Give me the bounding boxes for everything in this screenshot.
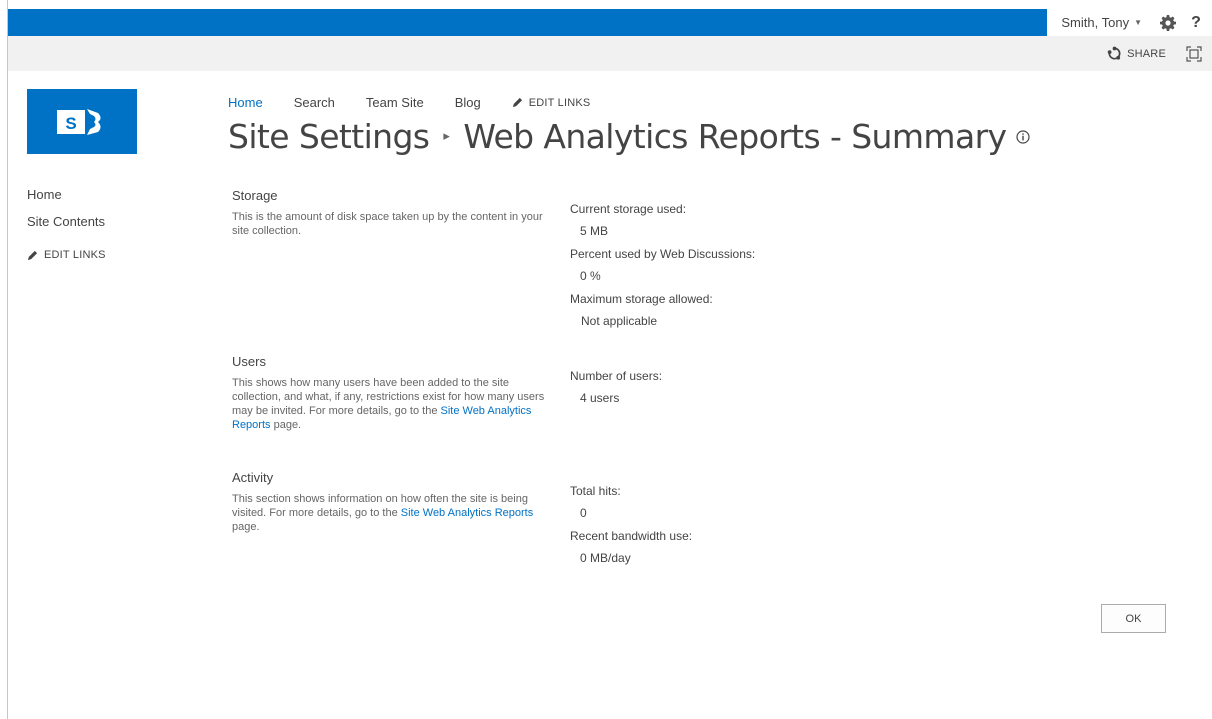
share-icon — [1107, 46, 1121, 60]
suite-bar-user-area: Smith, Tony ▼ ? — [1047, 9, 1212, 36]
page-title: Site Settings ▸ Web Analytics Reports - … — [228, 117, 1031, 156]
top-nav-blog[interactable]: Blog — [455, 95, 481, 110]
suite-bar: Smith, Tony ▼ ? — [8, 9, 1212, 36]
stat-value: 0 MB/day — [580, 551, 631, 565]
users-description: This shows how many users have been adde… — [232, 376, 552, 432]
left-nav-home[interactable]: Home — [27, 187, 106, 203]
users-heading: Users — [232, 354, 266, 369]
stat-value: Not applicable — [581, 314, 658, 328]
activity-section: Activity This section shows information … — [232, 470, 552, 534]
share-label: SHARE — [1127, 47, 1166, 60]
stat-value: 0 % — [580, 269, 601, 283]
quick-launch: Home Site Contents EDIT LINKS — [27, 187, 106, 261]
user-name: Smith, Tony — [1061, 15, 1130, 30]
page-title-current: Web Analytics Reports - Summary — [463, 117, 1007, 156]
left-nav-edit-links[interactable]: EDIT LINKS — [27, 249, 106, 261]
info-icon[interactable] — [1016, 129, 1031, 144]
storage-section: Storage This is the amount of disk space… — [232, 188, 552, 238]
activity-description: This section shows information on how of… — [232, 492, 552, 534]
stat-label: Percent used by Web Discussions: — [570, 247, 756, 261]
edit-links-label: EDIT LINKS — [44, 249, 106, 261]
chevron-down-icon: ▼ — [1134, 18, 1142, 27]
storage-heading: Storage — [232, 188, 278, 203]
pencil-icon — [27, 250, 38, 260]
activity-stats: Total hits: 0 Recent bandwidth use: 0 MB… — [570, 484, 692, 574]
site-web-analytics-reports-link[interactable]: Site Web Analytics Reports — [401, 507, 533, 519]
ribbon-actions: SHARE — [1107, 36, 1202, 71]
users-stats: Number of users: 4 users — [570, 369, 662, 414]
users-description-suffix: page. — [270, 419, 302, 431]
top-nav-search[interactable]: Search — [294, 95, 335, 110]
activity-description-suffix: page. — [232, 521, 260, 533]
gear-icon[interactable] — [1154, 9, 1182, 36]
ok-button[interactable]: OK — [1101, 604, 1166, 633]
site-logo[interactable]: S — [27, 89, 137, 154]
breadcrumb-parent[interactable]: Site Settings — [228, 117, 430, 156]
user-menu[interactable]: Smith, Tony ▼ — [1047, 9, 1154, 36]
top-navigation: Home Search Team Site Blog EDIT LINKS — [228, 95, 590, 110]
top-nav-edit-links[interactable]: EDIT LINKS — [512, 97, 591, 109]
stat-value: 5 MB — [580, 224, 609, 238]
activity-heading: Activity — [232, 470, 274, 485]
help-label: ? — [1191, 13, 1201, 31]
edit-links-label: EDIT LINKS — [528, 96, 591, 109]
stat-value: 4 users — [580, 391, 620, 405]
breadcrumb-separator-icon: ▸ — [443, 129, 450, 144]
storage-stats: Current storage used: 5 MB Percent used … — [570, 202, 755, 337]
focus-on-content-icon[interactable] — [1186, 45, 1202, 62]
share-button[interactable]: SHARE — [1107, 46, 1166, 61]
help-icon[interactable]: ? — [1182, 9, 1210, 36]
window-frame-border — [7, 0, 8, 719]
pencil-icon — [512, 97, 522, 108]
users-section: Users This shows how many users have bee… — [232, 354, 552, 432]
sharepoint-logo-icon: S — [57, 108, 101, 135]
storage-description: This is the amount of disk space taken u… — [232, 211, 543, 237]
top-nav-team-site[interactable]: Team Site — [366, 95, 424, 110]
stat-label: Maximum storage allowed: — [570, 292, 713, 306]
left-nav-site-contents[interactable]: Site Contents — [27, 214, 106, 230]
top-nav-home[interactable]: Home — [228, 95, 263, 110]
stat-label: Current storage used: — [570, 202, 687, 216]
stat-value: 0 — [580, 506, 587, 520]
stat-label: Recent bandwidth use: — [570, 529, 693, 543]
ribbon: SHARE — [8, 36, 1212, 71]
stat-label: Number of users: — [570, 369, 663, 383]
stat-label: Total hits: — [570, 484, 621, 498]
svg-text:S: S — [65, 114, 76, 133]
